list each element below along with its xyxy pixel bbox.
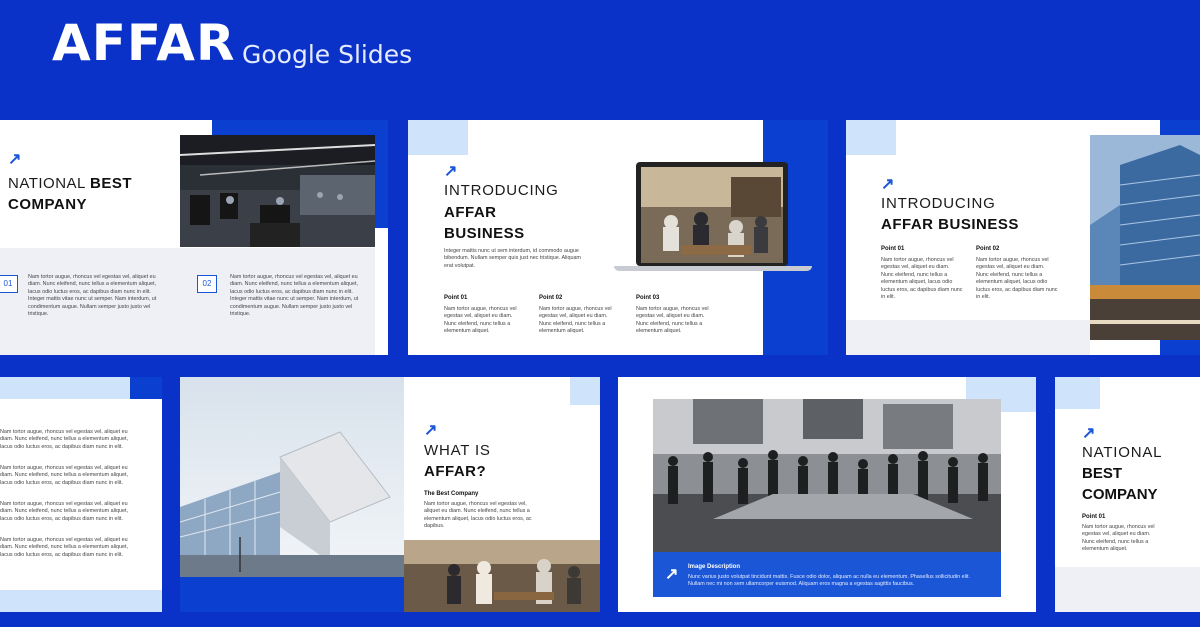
- subhead: The Best Company: [424, 491, 479, 497]
- slide-title-bold-1: BEST: [1082, 465, 1123, 482]
- bottom-panel: [1055, 567, 1200, 612]
- brand-subtitle: Google Slides: [242, 40, 413, 69]
- arrow-up-right-icon: ↗: [881, 176, 895, 193]
- arrow-up-right-icon: ↗: [8, 151, 22, 168]
- point-label-02: Point 02: [539, 295, 563, 301]
- cafe-photo: [404, 540, 600, 612]
- title-bold-inline-text: BEST: [90, 175, 133, 192]
- slide-thumbnail-national-best-company-2[interactable]: ↗ NATIONAL BEST COMPANY Point 01 Nam tor…: [1055, 377, 1200, 612]
- slide-thumbnail-text-list[interactable]: Nam tortor augue, rhoncus vel egestas ve…: [0, 377, 162, 612]
- title-bold-text: COMPANY: [8, 196, 88, 213]
- laptop-mockup: [614, 162, 812, 278]
- arrow-up-right-icon: ↗: [1082, 425, 1096, 442]
- light-accent-block: [0, 377, 130, 399]
- point-label-01: Point 01: [1082, 514, 1106, 520]
- body-text: Nam tortor augue, rhoncus vel egestas ve…: [424, 501, 532, 530]
- number-badge-02: 02: [197, 275, 217, 293]
- point-label-03: Point 03: [636, 295, 660, 301]
- crowd-photo: [653, 399, 1001, 554]
- light-accent-square: [846, 120, 896, 155]
- point-text-02: Nam tortor augue, rhoncus vel egestas ve…: [976, 257, 1058, 301]
- list-text-02: Nam tortor augue, rhoncus vel egestas ve…: [0, 465, 128, 486]
- point-text-01: Nam tortor augue, rhoncus vel egestas ve…: [1082, 524, 1155, 553]
- point-text-01: Nam tortor augue, rhoncus vel egestas ve…: [881, 257, 963, 301]
- light-accent-square: [570, 377, 600, 405]
- brand-title: AFFAR: [52, 14, 236, 72]
- laptop-screen-photo: [641, 167, 783, 263]
- arrow-up-right-icon: ↗: [665, 566, 679, 583]
- architecture-photo: [180, 377, 404, 577]
- point-label-01: Point 01: [444, 295, 468, 301]
- arrow-up-right-icon: ↗: [444, 163, 458, 180]
- caption-title: Image Description: [688, 564, 741, 570]
- slide-title-light: NATIONAL: [1082, 444, 1163, 461]
- slide-title-bold: AFFAR BUSINESS: [881, 216, 1019, 233]
- point-label-02: Point 02: [976, 246, 1000, 252]
- intro-text: Integer mattis nunc ut sem interdum, id …: [444, 248, 581, 269]
- bottom-panel: [846, 320, 1090, 355]
- bottom-accent: [0, 590, 162, 612]
- item-text-02: Nam tortor augue, rhoncus vel egestas ve…: [230, 274, 359, 318]
- slide-title-light: INTRODUCING: [444, 182, 559, 199]
- office-photo: [180, 135, 375, 247]
- blue-accent-block: [130, 377, 162, 399]
- point-text-01: Nam tortor augue, rhoncus vel egestas ve…: [444, 306, 517, 335]
- item-text-01: Nam tortor augue, rhoncus vel egestas ve…: [28, 274, 157, 318]
- caption-text: Nunc varius justo volutpat tincidunt mat…: [688, 574, 970, 588]
- slide-thumbnail-national-best-company[interactable]: ↗ NATIONAL BEST COMPANY 01 Nam tortor au…: [0, 120, 388, 355]
- slide-title-light: INTRODUCING: [881, 195, 996, 212]
- slide-title-light: WHAT IS: [424, 442, 491, 459]
- building-photo: [1090, 135, 1200, 340]
- point-text-03: Nam tortor augue, rhoncus vel egestas ve…: [636, 306, 709, 335]
- slide-thumbnail-image-description[interactable]: ↗ Image Description Nunc varius justo vo…: [618, 377, 1036, 612]
- point-text-02: Nam tortor augue, rhoncus vel egestas ve…: [539, 306, 612, 335]
- list-text-04: Nam tortor augue, rhoncus vel egestas ve…: [0, 537, 128, 558]
- number-badge-01: 01: [0, 275, 18, 293]
- list-text-01: Nam tortor augue, rhoncus vel egestas ve…: [0, 429, 128, 450]
- slide-thumbnail-introducing-affar-business[interactable]: ↗ INTRODUCING AFFAR BUSINESS Integer mat…: [408, 120, 828, 355]
- slide-title-bold-2: BUSINESS: [444, 225, 525, 242]
- slide-title: NATIONAL BEST COMPANY: [8, 173, 132, 215]
- arrow-up-right-icon: ↗: [424, 422, 438, 439]
- light-accent-square: [408, 120, 468, 155]
- slide-title-bold-1: AFFAR: [444, 204, 497, 221]
- title-light-text: NATIONAL: [8, 175, 86, 192]
- point-label-01: Point 01: [881, 246, 905, 252]
- light-accent-square: [1055, 377, 1100, 409]
- bottom-blue-bar: [180, 577, 404, 612]
- slide-thumbnail-what-is-affar[interactable]: ↗ WHAT IS AFFAR? The Best Company Nam to…: [180, 377, 600, 612]
- list-text-03: Nam tortor augue, rhoncus vel egestas ve…: [0, 501, 128, 522]
- slide-title-bold: AFFAR?: [424, 463, 487, 480]
- slide-title-bold-2: COMPANY: [1082, 486, 1158, 503]
- slide-thumbnail-introducing-affar-business-2[interactable]: ↗ INTRODUCING AFFAR BUSINESS Point 01 Na…: [846, 120, 1200, 355]
